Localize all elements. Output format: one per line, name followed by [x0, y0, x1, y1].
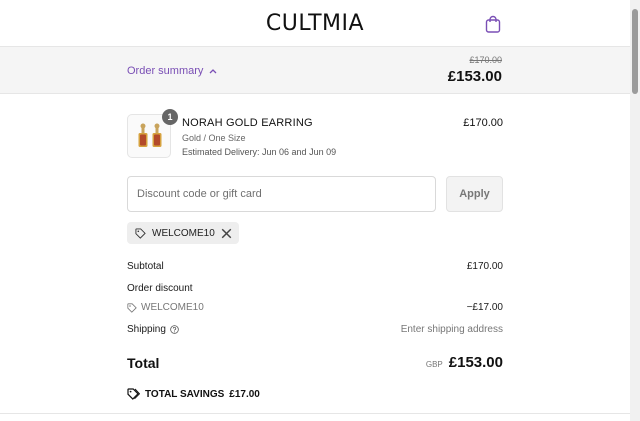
brand-logo[interactable]: CULTMIA	[0, 11, 630, 36]
shopping-bag-icon[interactable]	[485, 15, 501, 33]
product-price: £170.00	[463, 117, 503, 129]
help-circle-icon[interactable]	[170, 325, 179, 334]
checkout-header: CULTMIA	[0, 0, 630, 47]
order-discount-code-row: WELCOME10 −£17.00	[127, 302, 503, 313]
close-icon[interactable]	[221, 228, 232, 239]
total-savings-label: TOTAL SAVINGS	[145, 388, 225, 400]
summary-total: £153.00	[447, 68, 502, 85]
order-summary-toggle[interactable]: Order summary	[127, 65, 217, 77]
order-discount-code: WELCOME10	[141, 302, 204, 313]
applied-discount-chip: WELCOME10	[127, 222, 239, 244]
total-label: Total	[127, 355, 160, 371]
tag-icon	[127, 388, 140, 400]
total-amount: GBP £153.00	[426, 354, 503, 371]
shipping-label: Shipping	[127, 324, 166, 335]
applied-discount-code: WELCOME10	[152, 227, 215, 239]
product-name: NORAH GOLD EARRING	[182, 117, 313, 129]
order-discount-value: −£17.00	[466, 302, 503, 313]
apply-discount-button[interactable]: Apply	[446, 176, 503, 212]
line-item: 1 NORAH GOLD EARRING Gold / One Size Est…	[127, 109, 503, 161]
total-savings-value: £17.00	[229, 388, 260, 400]
total-value: £153.00	[448, 354, 503, 371]
tag-icon	[135, 227, 146, 239]
shipping-value: Enter shipping address	[400, 324, 503, 335]
order-discount-row: Order discount	[127, 283, 503, 294]
order-summary-label: Order summary	[127, 65, 204, 77]
tag-icon	[127, 302, 137, 313]
total-savings: TOTAL SAVINGS £17.00	[127, 388, 260, 400]
order-discount-label: Order discount	[127, 283, 193, 294]
subtotal-value: £170.00	[466, 261, 503, 272]
scrollbar-thumb[interactable]	[632, 9, 638, 94]
shipping-row: Shipping Enter shipping address	[127, 324, 503, 335]
original-price: £170.00	[469, 55, 502, 65]
chevron-up-icon	[209, 69, 217, 74]
order-summary-bar: Order summary £170.00 £153.00	[0, 47, 630, 94]
scrollbar[interactable]	[630, 0, 640, 421]
discount-code-input[interactable]	[127, 176, 436, 212]
product-variant: Gold / One Size	[182, 133, 246, 143]
quantity-badge: 1	[162, 109, 178, 125]
subtotal-label: Subtotal	[127, 261, 164, 272]
total-row: Total GBP £153.00	[127, 354, 503, 374]
estimated-delivery: Estimated Delivery: Jun 06 and Jun 09	[182, 147, 337, 157]
subtotal-row: Subtotal £170.00	[127, 261, 503, 272]
currency-code: GBP	[425, 360, 443, 369]
divider	[0, 413, 630, 414]
